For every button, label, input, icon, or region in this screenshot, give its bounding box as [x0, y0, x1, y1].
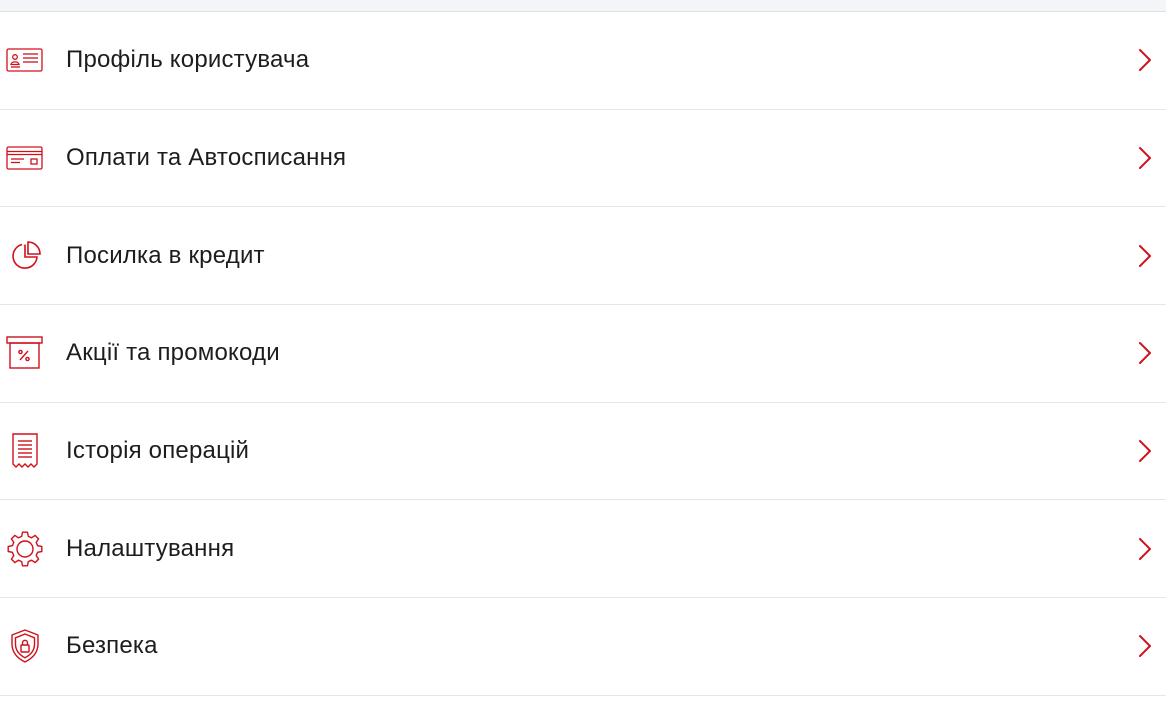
shield-lock-icon	[6, 629, 43, 664]
chevron-right-icon	[1138, 244, 1152, 268]
menu-item-history[interactable]: Історія операцій	[0, 403, 1166, 501]
percent-box-icon	[6, 336, 43, 370]
menu-item-label: Акції та промокоди	[66, 339, 280, 367]
menu-item-label: Посилка в кредит	[66, 241, 265, 269]
menu-item-profile[interactable]: Профіль користувача	[0, 12, 1166, 110]
menu-item-settings[interactable]: Налаштування	[0, 500, 1166, 599]
gear-icon	[6, 531, 43, 567]
top-header-strip	[0, 0, 1166, 12]
menu-item-payments[interactable]: Оплати та Автосписання	[0, 110, 1166, 208]
chevron-right-icon	[1138, 146, 1152, 170]
menu-item-parcel-credit[interactable]: Посилка в кредит	[0, 207, 1166, 306]
receipt-icon	[6, 433, 43, 469]
profile-menu-list: Профіль користувача Оплати та Автосписан…	[0, 12, 1166, 696]
chevron-right-icon	[1138, 439, 1152, 463]
credit-card-icon	[6, 141, 43, 175]
menu-item-label: Оплати та Автосписання	[66, 144, 347, 172]
menu-item-security[interactable]: Безпека	[0, 598, 1166, 696]
chevron-right-icon	[1138, 48, 1152, 72]
menu-item-label: Профіль користувача	[66, 46, 310, 74]
menu-item-label: Налаштування	[66, 534, 235, 562]
chevron-right-icon	[1138, 341, 1152, 365]
id-card-icon	[6, 43, 43, 77]
menu-item-label: Історія операцій	[66, 437, 250, 465]
pie-chart-icon	[6, 239, 43, 273]
menu-item-promotions[interactable]: Акції та промокоди	[0, 305, 1166, 403]
chevron-right-icon	[1138, 634, 1152, 658]
chevron-right-icon	[1138, 537, 1152, 561]
menu-item-label: Безпека	[66, 632, 158, 660]
